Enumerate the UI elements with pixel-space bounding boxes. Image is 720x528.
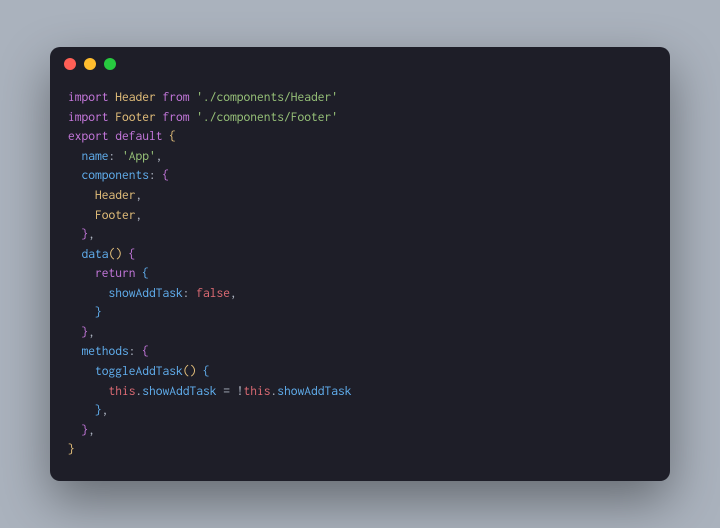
code-line: export default { — [68, 126, 652, 146]
code-line: showAddTask: false, — [68, 283, 652, 303]
code-line: this.showAddTask = !this.showAddTask — [68, 381, 652, 401]
code-line: }, — [68, 224, 652, 244]
code-line: components: { — [68, 165, 652, 185]
window-titlebar — [50, 47, 670, 81]
code-line: methods: { — [68, 341, 652, 361]
code-block: import Header from './components/Header'… — [50, 81, 670, 481]
code-line: import Header from './components/Header' — [68, 87, 652, 107]
maximize-icon[interactable] — [104, 58, 116, 70]
code-line: }, — [68, 420, 652, 440]
code-line: data() { — [68, 244, 652, 264]
code-line: }, — [68, 400, 652, 420]
code-line: Footer, — [68, 205, 652, 225]
code-line: Header, — [68, 185, 652, 205]
code-window: import Header from './components/Header'… — [50, 47, 670, 481]
code-line: }, — [68, 322, 652, 342]
code-line: import Footer from './components/Footer' — [68, 107, 652, 127]
code-line: toggleAddTask() { — [68, 361, 652, 381]
close-icon[interactable] — [64, 58, 76, 70]
code-line: name: 'App', — [68, 146, 652, 166]
minimize-icon[interactable] — [84, 58, 96, 70]
code-line: } — [68, 302, 652, 322]
code-line: } — [68, 439, 652, 459]
code-line: return { — [68, 263, 652, 283]
